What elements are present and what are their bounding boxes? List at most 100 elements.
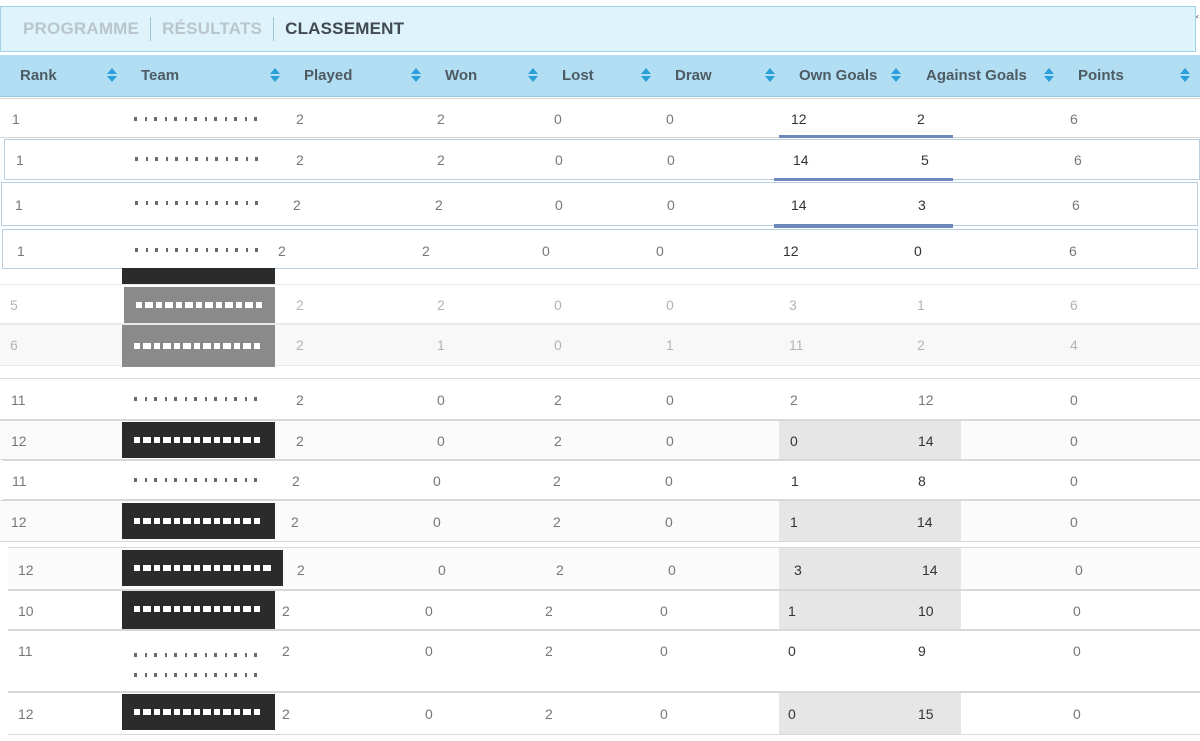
sort-icon[interactable]	[528, 66, 538, 84]
played-cell: 2	[296, 111, 304, 127]
column-header-played[interactable]: Played	[304, 67, 352, 84]
rank-cell: 1	[16, 152, 24, 168]
table-row[interactable]: 1 2 2 0 0 14 3 6	[1, 182, 1198, 228]
tab-programme[interactable]: PROGRAMME	[23, 19, 139, 39]
own-goals-cell: 1	[790, 514, 798, 530]
sort-icon[interactable]	[765, 66, 775, 84]
played-cell: 2	[297, 562, 305, 578]
won-cell: 0	[433, 473, 441, 489]
sort-icon[interactable]	[891, 66, 901, 84]
rank-cell: 1	[17, 243, 25, 259]
draw-cell: 0	[666, 392, 674, 408]
table-row[interactable]: 11 2 0 2 0 0 9 0	[8, 630, 1200, 692]
draw-cell: 0	[667, 197, 675, 213]
lost-cell: 2	[554, 392, 562, 408]
against-goals-cell: 12	[918, 392, 934, 408]
sort-icon[interactable]	[107, 66, 117, 84]
column-header-points[interactable]: Points	[1078, 67, 1124, 84]
draw-cell: 0	[665, 473, 673, 489]
against-goals-cell: 14	[918, 433, 934, 449]
table-row[interactable]: 11 2 0 2 0 2 12 0	[0, 378, 1200, 420]
own-goals-cell: 0	[788, 706, 796, 722]
sort-icon[interactable]	[1180, 66, 1190, 84]
won-cell: 0	[433, 514, 441, 530]
table-row[interactable]: 6 2 1 0 1 11 2 4	[0, 324, 1200, 367]
team-name-redacted	[122, 101, 275, 137]
table-row[interactable]: 1 2 2 0 0 12 2 6	[0, 98, 1200, 138]
won-cell: 0	[437, 433, 445, 449]
draw-cell: 0	[665, 514, 673, 530]
table-row[interactable]: 12 2 0 2 0 0 15 0	[8, 692, 1200, 735]
own-goals-cell: 12	[791, 111, 807, 127]
column-header-won[interactable]: Won	[445, 67, 477, 84]
played-cell: 2	[282, 706, 290, 722]
team-name-redacted	[124, 287, 275, 323]
column-header-rank[interactable]: Rank	[20, 67, 57, 84]
own-goals-cell: 11	[789, 337, 804, 353]
team-name-redacted	[122, 550, 283, 586]
against-goals-cell: 15	[918, 706, 934, 722]
column-header-team[interactable]: Team	[141, 67, 179, 84]
draw-cell: 0	[667, 152, 675, 168]
tab-resultats[interactable]: RÉSULTATS	[162, 19, 262, 39]
table-row[interactable]: 1 2 2 0 0 12 0 6	[2, 229, 1198, 269]
sort-icon[interactable]	[641, 66, 651, 84]
rank-cell: 12	[11, 433, 27, 449]
row-underline	[779, 135, 953, 138]
played-cell: 2	[282, 643, 290, 659]
draw-cell: 0	[660, 706, 668, 722]
team-name-redacted	[122, 462, 275, 498]
against-goals-cell: 2	[917, 337, 925, 353]
draw-cell: 0	[666, 297, 674, 313]
sort-icon[interactable]	[1044, 66, 1054, 84]
table-row[interactable]: 12 2 0 2 0 3 14 0	[8, 547, 1200, 590]
draw-cell: 0	[666, 433, 674, 449]
points-cell: 6	[1070, 111, 1078, 127]
rank-cell: 11	[18, 643, 33, 659]
against-goals-cell: 5	[921, 152, 929, 168]
against-goals-cell: 10	[918, 603, 934, 619]
team-name-redacted	[122, 325, 275, 367]
points-cell: 0	[1073, 603, 1081, 619]
draw-cell: 0	[656, 243, 664, 259]
rank-cell: 6	[10, 337, 18, 353]
table-row[interactable]: 12 2 0 2 0 0 14 0	[0, 420, 1200, 460]
own-goals-cell: 0	[790, 433, 798, 449]
points-cell: 0	[1070, 473, 1078, 489]
own-goals-cell: 1	[791, 473, 799, 489]
team-name-redacted	[122, 381, 275, 417]
table-row[interactable]: 12 2 0 2 0 1 14 0	[0, 500, 1200, 542]
table-row[interactable]: 11 2 0 2 0 1 8 0	[3, 460, 1200, 500]
table-row[interactable]: 5 2 2 0 0 3 1 6	[0, 284, 1200, 324]
column-header-lost[interactable]: Lost	[562, 67, 594, 84]
points-cell: 0	[1073, 643, 1081, 659]
played-cell: 2	[296, 297, 304, 313]
draw-cell: 1	[666, 337, 674, 353]
column-header-against-goals[interactable]: Against Goals	[926, 67, 1027, 84]
table-row[interactable]: 10 2 0 2 0 1 10 0	[8, 590, 1200, 630]
played-cell: 2	[296, 433, 304, 449]
points-cell: 6	[1070, 297, 1078, 313]
table-row[interactable]: 1 2 2 0 0 14 5 6	[4, 139, 1200, 181]
corner-icon: ˂	[1194, 14, 1200, 27]
column-header-own-goals[interactable]: Own Goals	[799, 67, 877, 84]
sort-icon[interactable]	[411, 66, 421, 84]
won-cell: 2	[437, 111, 445, 127]
against-goals-cell: 1	[917, 297, 925, 313]
won-cell: 0	[425, 603, 433, 619]
rank-cell: 10	[18, 603, 34, 619]
rank-cell: 1	[15, 197, 23, 213]
won-cell: 2	[422, 243, 430, 259]
lost-cell: 0	[555, 197, 563, 213]
tab-classement[interactable]: CLASSEMENT	[285, 19, 404, 39]
played-cell: 2	[291, 514, 299, 530]
won-cell: 1	[437, 337, 445, 353]
points-cell: 0	[1075, 562, 1083, 578]
points-cell: 6	[1069, 243, 1077, 259]
lost-cell: 2	[545, 643, 553, 659]
team-name-redacted	[122, 694, 275, 730]
team-name-redacted	[123, 141, 276, 177]
column-header-draw[interactable]: Draw	[675, 67, 712, 84]
played-cell: 2	[292, 473, 300, 489]
sort-icon[interactable]	[270, 66, 280, 84]
